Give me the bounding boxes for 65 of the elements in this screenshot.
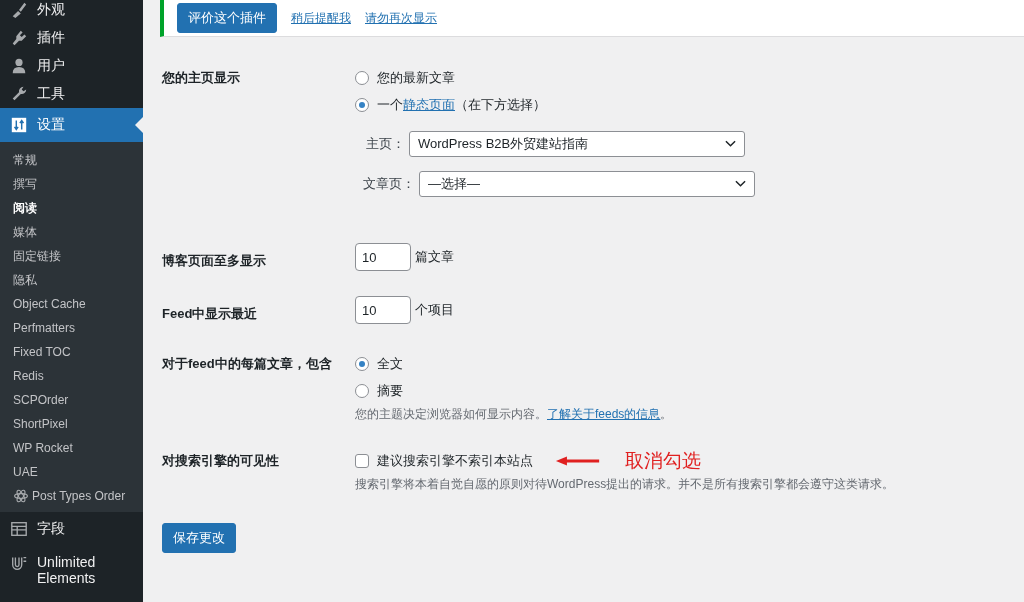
logo-icon <box>10 554 28 572</box>
radio-button[interactable] <box>355 357 369 371</box>
submenu-item[interactable]: 隐私 <box>0 268 143 292</box>
checkbox[interactable] <box>355 454 369 468</box>
wrench-icon <box>10 85 28 103</box>
user-icon <box>10 57 28 75</box>
option-label: 一个静态页面（在下方选择） <box>377 96 546 114</box>
field-label: 您的主页显示 <box>162 69 241 87</box>
submenu-item[interactable]: UAE <box>0 460 143 484</box>
unit-label: 篇文章 <box>415 248 454 266</box>
unit-label: 个项目 <box>415 301 454 319</box>
rate-plugin-button[interactable]: 评价这个插件 <box>177 3 277 33</box>
menu-item[interactable]: 设置 <box>0 108 143 142</box>
grid-icon <box>10 520 28 538</box>
notice-link[interactable]: 稍后提醒我 <box>291 9 351 27</box>
checkbox-label: 建议搜索引擎不索引本站点 <box>377 452 533 470</box>
menu-item[interactable]: Unlimited Elements <box>0 548 110 600</box>
annotation-text: 取消勾选 <box>625 449 701 473</box>
save-button[interactable]: 保存更改 <box>162 523 236 553</box>
atom-icon <box>13 488 29 504</box>
submenu-item[interactable]: Fixed TOC <box>0 340 143 364</box>
submenu-item[interactable]: ShortPixel <box>0 412 143 436</box>
option-label: 摘要 <box>377 382 403 400</box>
dropdown-select[interactable]: —选择— <box>419 171 755 197</box>
select-label: 主页： <box>365 135 406 153</box>
submenu-item[interactable]: Post Types Order <box>0 484 143 508</box>
annotation-arrow <box>555 455 601 467</box>
radio-button[interactable] <box>355 384 369 398</box>
menu-item[interactable]: 插件 <box>0 24 143 52</box>
radio-button[interactable] <box>355 71 369 85</box>
field-label: 博客页面至多显示 <box>162 252 267 270</box>
select-label: 文章页： <box>362 175 416 193</box>
submenu-item[interactable]: Perfmatters <box>0 316 143 340</box>
submenu-item[interactable]: 阅读 <box>0 196 143 220</box>
option-label: 全文 <box>377 355 403 373</box>
settings-icon <box>10 116 28 134</box>
chevron-down-icon <box>725 140 736 148</box>
submenu-item[interactable]: 固定链接 <box>0 244 143 268</box>
option-label: 您的最新文章 <box>377 69 455 87</box>
chevron-down-icon <box>735 180 746 188</box>
menu-item[interactable]: 字段 <box>0 512 143 546</box>
submenu-item[interactable]: WP Rocket <box>0 436 143 460</box>
description-text: 您的主题决定浏览器如何显示内容。了解关于feeds的信息。 <box>355 406 674 423</box>
number-input[interactable]: 10 <box>355 296 411 324</box>
field-label: 对于feed中的每篇文章，包含 <box>162 355 333 373</box>
text-link[interactable]: 了解关于feeds的信息 <box>547 407 661 421</box>
field-label: Feed中显示最近 <box>162 305 259 323</box>
text-link[interactable]: 静态页面 <box>403 97 455 112</box>
notice-link[interactable]: 请勿再次显示 <box>365 9 437 27</box>
field-label: 对搜索引擎的可见性 <box>162 452 280 470</box>
submenu-item[interactable]: 媒体 <box>0 220 143 244</box>
description-text: 搜索引擎将本着自觉自愿的原则对待WordPress提出的请求。并不是所有搜索引擎都会遵守这类请求。 <box>355 476 896 493</box>
menu-item[interactable]: 用户 <box>0 52 143 80</box>
submenu-item[interactable]: 常规 <box>0 148 143 172</box>
submenu-item[interactable]: Object Cache <box>0 292 143 316</box>
plug-icon <box>10 29 28 47</box>
dropdown-select[interactable]: WordPress B2B外贸建站指南 <box>409 131 745 157</box>
submenu-item[interactable]: Redis <box>0 364 143 388</box>
brush-icon <box>10 1 28 19</box>
menu-item[interactable]: 外观 <box>0 0 143 24</box>
menu-item[interactable]: 工具 <box>0 80 143 108</box>
radio-button[interactable] <box>355 98 369 112</box>
submenu-item[interactable]: 撰写 <box>0 172 143 196</box>
submenu-item[interactable]: SCPOrder <box>0 388 143 412</box>
number-input[interactable]: 10 <box>355 243 411 271</box>
